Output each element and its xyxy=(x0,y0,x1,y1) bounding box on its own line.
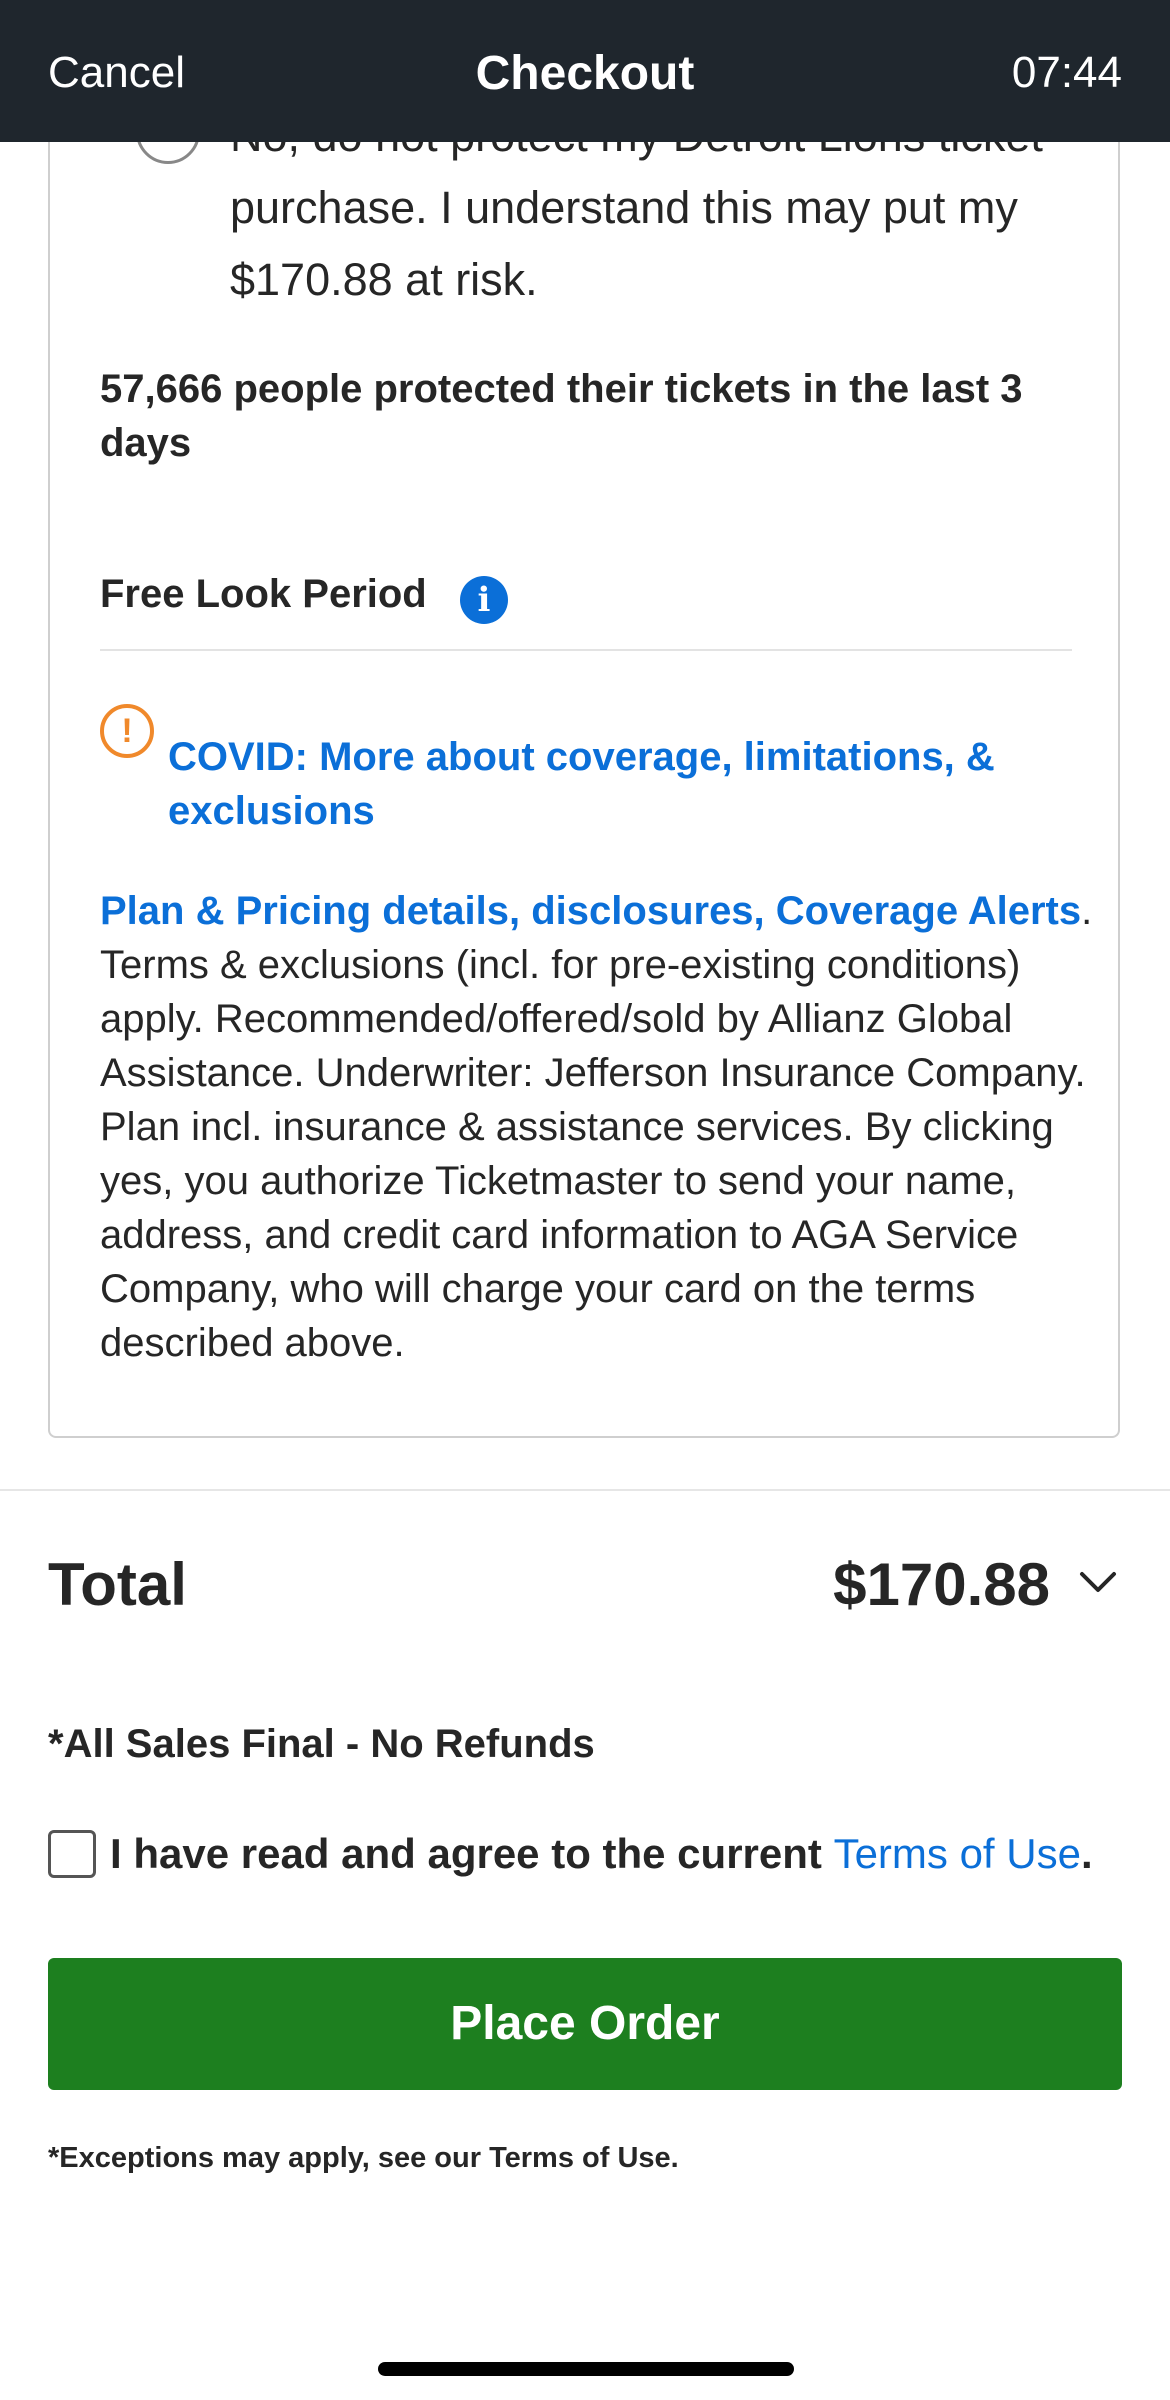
info-icon[interactable]: i xyxy=(460,576,508,624)
place-order-button[interactable]: Place Order xyxy=(48,1958,1122,2090)
page-title: Checkout xyxy=(475,47,695,100)
home-indicator[interactable] xyxy=(378,2362,794,2376)
covid-coverage-link[interactable]: COVID: More about coverage, limitations,… xyxy=(168,730,1098,838)
sales-final-notice: *All Sales Final - No Refunds xyxy=(48,1722,595,1766)
disclosure-text: Plan & Pricing details, disclosures, Cov… xyxy=(100,884,1100,1370)
protection-card: No, do not protect my Detroit Lions tick… xyxy=(48,60,1120,1438)
warning-icon: ! xyxy=(100,704,154,758)
exceptions-footnote: *Exceptions may apply, see our Terms of … xyxy=(48,2142,679,2174)
section-divider xyxy=(0,1489,1170,1491)
card-divider xyxy=(100,649,1072,651)
status-time: 07:44 xyxy=(1011,48,1122,97)
agree-prefix: I have read and agree to the current xyxy=(110,1830,834,1877)
terms-agree-text: I have read and agree to the current Ter… xyxy=(110,1830,1093,1878)
navbar: Cancel Checkout 07:44 xyxy=(0,0,1170,142)
agree-suffix: . xyxy=(1080,1830,1093,1877)
free-look-period-label: Free Look Period xyxy=(100,572,427,616)
chevron-down-icon[interactable] xyxy=(1078,1568,1118,1598)
terms-of-use-link[interactable]: Terms of Use xyxy=(834,1830,1081,1877)
total-amount[interactable]: $170.88 xyxy=(833,1550,1050,1619)
plan-pricing-link[interactable]: Plan & Pricing details, disclosures, Cov… xyxy=(100,889,1081,933)
terms-checkbox[interactable] xyxy=(48,1830,96,1878)
total-label: Total xyxy=(48,1551,187,1618)
disclosure-body: . Terms & exclusions (incl. for pre-exis… xyxy=(100,889,1093,1365)
protection-stat-text: 57,666 people protected their tickets in… xyxy=(100,367,1023,465)
